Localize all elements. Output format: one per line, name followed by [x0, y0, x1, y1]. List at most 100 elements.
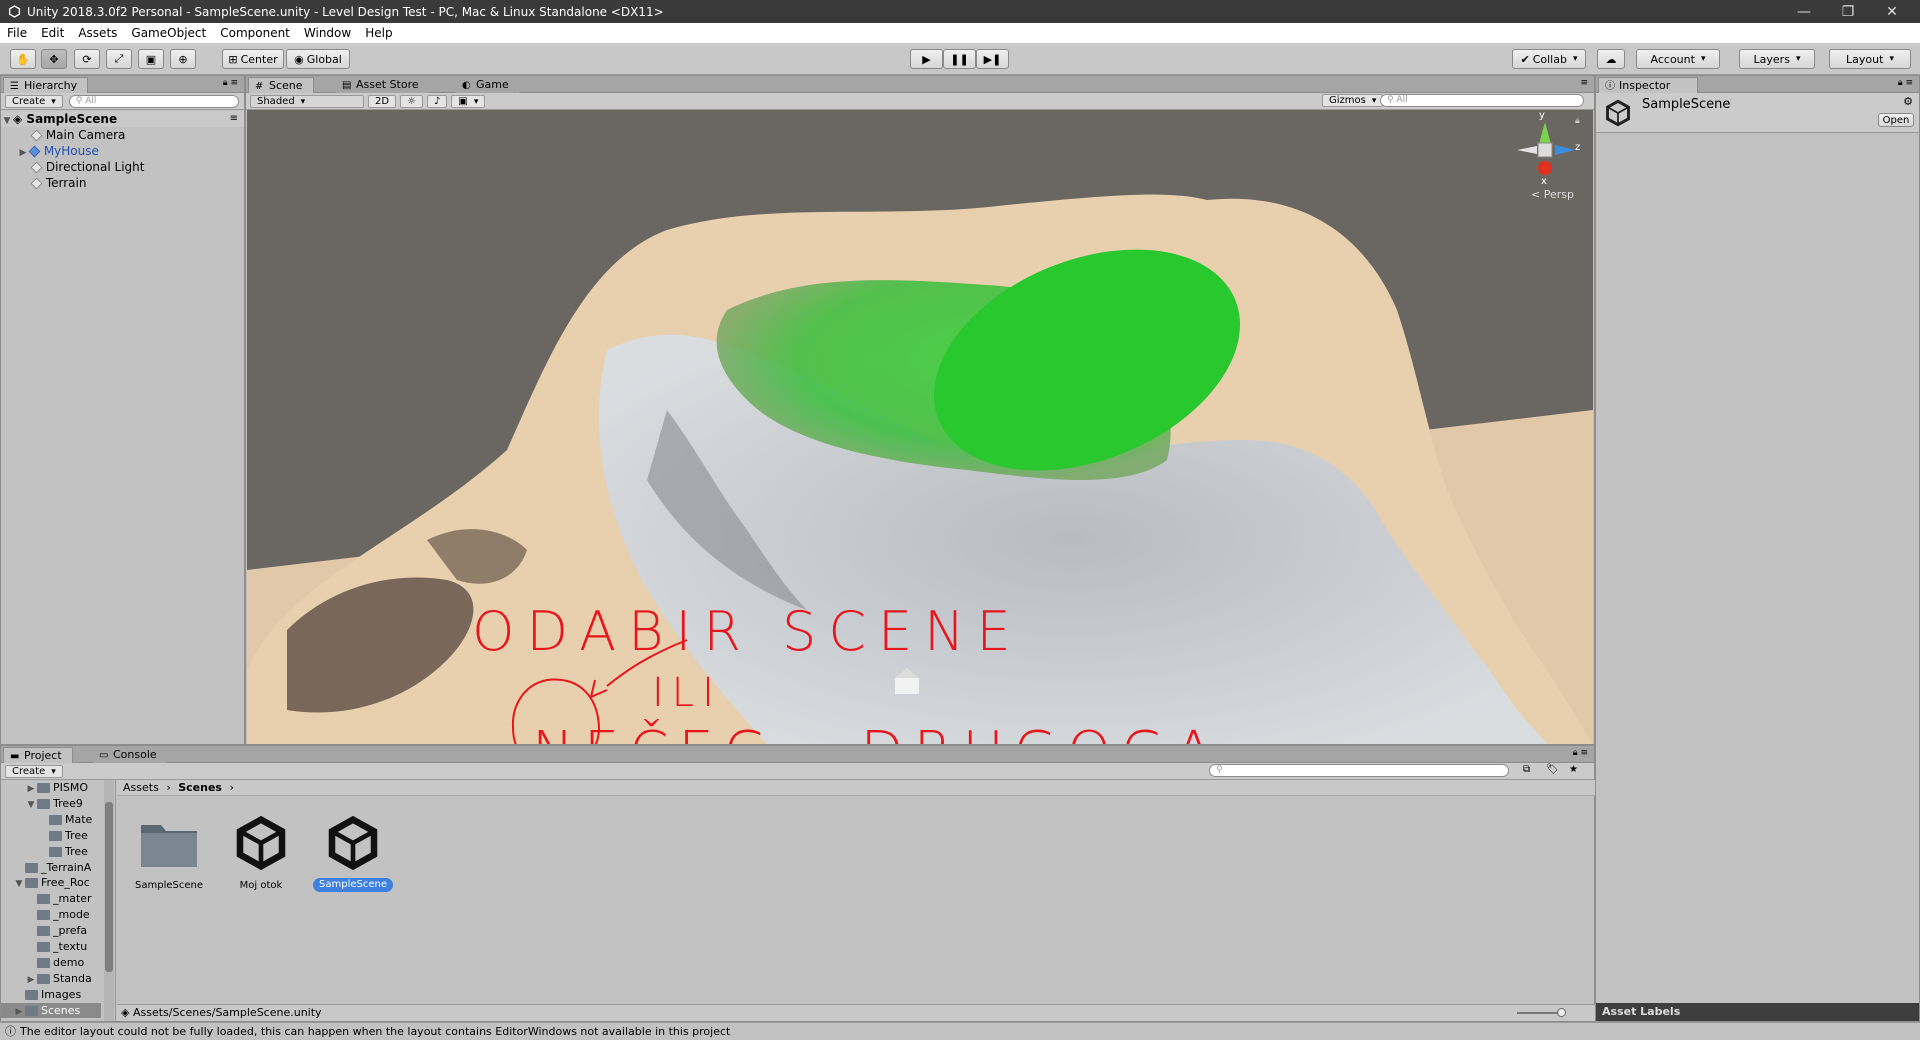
asset-item[interactable]: SampleScene: [129, 815, 209, 915]
expand-arrow-icon[interactable]: ▼: [13, 877, 25, 890]
account-dropdown[interactable]: Account: [1636, 49, 1720, 69]
pivot-center-button[interactable]: ⊞ Center: [222, 49, 284, 69]
filter-label-icon[interactable]: 🏷︎: [1546, 764, 1559, 775]
scene-root-row[interactable]: ▼ ◈ SampleScene ≡: [1, 111, 244, 127]
folder-icon: [141, 825, 197, 867]
hierarchy-item[interactable]: Main Camera: [30, 127, 125, 143]
lock-icon[interactable]: 🔒︎ ≡: [1898, 78, 1913, 88]
tab-hierarchy[interactable]: ☰ Hierarchy: [3, 77, 89, 93]
rotate-tool-icon[interactable]: ⟳: [74, 49, 100, 69]
menu-assets[interactable]: Assets: [71, 23, 124, 43]
lighting-toggle-icon[interactable]: ☼: [400, 94, 424, 108]
scene-options-icon[interactable]: ≡: [230, 111, 238, 127]
project-search-input[interactable]: ⚲: [1209, 764, 1509, 777]
rect-tool-icon[interactable]: ▣: [138, 49, 164, 69]
step-button[interactable]: ▶❚: [976, 49, 1009, 69]
folder-tree-item[interactable]: Mate: [1, 812, 101, 827]
folder-tree-item[interactable]: Images: [1, 987, 101, 1002]
mode-2d-toggle[interactable]: 2D: [368, 94, 397, 108]
scene-orientation-gizmo[interactable]: y z x 🔒︎ < Persp: [1505, 110, 1585, 202]
expand-arrow-icon[interactable]: ▶: [25, 782, 37, 795]
folder-tree-item[interactable]: _TerrainA: [1, 860, 101, 875]
audio-toggle-icon[interactable]: ♪: [427, 94, 448, 108]
search-icon: ⚲: [1216, 765, 1223, 775]
folder-tree-item[interactable]: ▶ Standa: [1, 971, 101, 986]
expand-arrow-icon[interactable]: ▼: [1, 113, 13, 129]
folder-tree-item[interactable]: _textu: [1, 939, 101, 954]
annotation-text-line1: ODABIR SCENE: [472, 600, 1023, 663]
folder-tree-item[interactable]: Tree: [1, 828, 101, 843]
tab-console[interactable]: ▭ Console: [93, 747, 167, 763]
expand-arrow-icon[interactable]: ▶: [17, 145, 29, 161]
minimize-button[interactable]: —: [1782, 0, 1826, 23]
tab-asset-store[interactable]: ▤ Asset Store: [336, 77, 429, 93]
menu-component[interactable]: Component: [213, 23, 297, 43]
collab-dropdown[interactable]: ✔ Collab: [1512, 49, 1586, 69]
settings-gear-icon[interactable]: ⚙: [1903, 95, 1913, 108]
tab-inspector[interactable]: ⓘ Inspector: [1598, 77, 1698, 93]
asset-item[interactable]: Moj otok: [221, 815, 301, 915]
space-global-button[interactable]: ◉ Global: [286, 49, 350, 69]
effects-dropdown-icon[interactable]: ▣: [451, 94, 486, 108]
folder-tree-item[interactable]: demo: [1, 955, 101, 970]
favorite-star-icon[interactable]: ★: [1569, 764, 1578, 775]
expand-arrow-icon[interactable]: ▶: [13, 1005, 25, 1018]
lock-icon[interactable]: 🔒︎ ≡: [223, 78, 238, 88]
scale-tool-icon[interactable]: ⤢: [106, 49, 132, 69]
panel-menu-icon[interactable]: ≡: [1580, 78, 1588, 88]
menu-window[interactable]: Window: [297, 23, 358, 43]
expand-arrow-icon[interactable]: ▼: [25, 798, 37, 811]
cloud-icon[interactable]: ☁: [1597, 49, 1625, 69]
menu-gameobject[interactable]: GameObject: [124, 23, 213, 43]
folder-tree-item[interactable]: ▶ Scenes: [1, 1002, 101, 1018]
expand-arrow-icon[interactable]: ▶: [25, 973, 37, 986]
projection-label[interactable]: < Persp: [1531, 188, 1574, 201]
folder-tree-item[interactable]: _prefa: [1, 923, 101, 938]
console-icon: ▭: [99, 750, 109, 761]
hierarchy-create-dropdown[interactable]: Create: [5, 94, 63, 108]
restore-button[interactable]: ❐: [1826, 0, 1870, 23]
tab-project[interactable]: ▬ Project: [3, 747, 73, 763]
shading-mode-dropdown[interactable]: Shaded: [250, 94, 364, 108]
tab-scene[interactable]: # Scene: [248, 77, 314, 93]
layout-dropdown[interactable]: Layout: [1829, 49, 1911, 69]
project-create-dropdown[interactable]: Create: [5, 764, 63, 778]
pause-button[interactable]: ❚❚: [943, 49, 976, 69]
folder-tree-item[interactable]: _mode: [1, 907, 101, 922]
play-button[interactable]: ▶: [910, 49, 943, 69]
scene-viewport[interactable]: ODABIR SCENE ILI NEČEG DRUGOGA y z x 🔒︎ …: [247, 110, 1593, 744]
transform-tool-icon[interactable]: ⊕: [170, 49, 196, 69]
folder-tree-item[interactable]: Tree: [1, 844, 101, 859]
tab-game[interactable]: ◐ Game: [456, 77, 519, 93]
menu-file[interactable]: File: [0, 23, 34, 43]
hierarchy-item[interactable]: Terrain: [30, 175, 86, 191]
prefab-icon: [28, 145, 41, 158]
hand-tool-icon[interactable]: ✋: [10, 49, 36, 69]
move-tool-icon[interactable]: ✥: [41, 49, 67, 69]
folder-tree-item[interactable]: ▼ Tree9: [1, 796, 101, 811]
hierarchy-item[interactable]: ▶ MyHouse: [17, 143, 99, 159]
scene-search-input[interactable]: ⚲ All: [1380, 94, 1584, 107]
filter-type-icon[interactable]: ⧉: [1523, 764, 1530, 775]
unity-scene-icon: [1606, 99, 1630, 127]
icon-size-slider[interactable]: [1517, 1008, 1566, 1017]
gizmo-lock-icon[interactable]: 🔒︎: [1575, 116, 1580, 126]
gizmos-dropdown[interactable]: Gizmos: [1322, 94, 1384, 107]
close-button[interactable]: ✕: [1870, 0, 1914, 23]
lock-icon[interactable]: 🔒︎ ≡: [1573, 748, 1588, 758]
breadcrumb-scenes[interactable]: Scenes: [178, 781, 222, 794]
asset-item-selected[interactable]: SampleScene: [313, 815, 393, 915]
folder-tree-item[interactable]: ▶ PISMO: [1, 780, 101, 795]
folder-tree-item[interactable]: ▼ Free_Roc: [1, 875, 101, 890]
folder-tree-item[interactable]: _mater: [1, 891, 101, 906]
tree-scrollbar[interactable]: [104, 780, 114, 1021]
hierarchy-item[interactable]: Directional Light: [30, 159, 145, 175]
breadcrumb-assets[interactable]: Assets: [123, 781, 159, 794]
asset-labels-bar[interactable]: Asset Labels: [1596, 1003, 1919, 1021]
folder-icon: ▬: [10, 751, 20, 762]
layers-dropdown[interactable]: Layers: [1739, 49, 1815, 69]
hierarchy-search-input[interactable]: ⚲ All: [68, 94, 239, 108]
menu-edit[interactable]: Edit: [34, 23, 71, 43]
menu-help[interactable]: Help: [358, 23, 399, 43]
open-button[interactable]: Open: [1878, 113, 1914, 127]
